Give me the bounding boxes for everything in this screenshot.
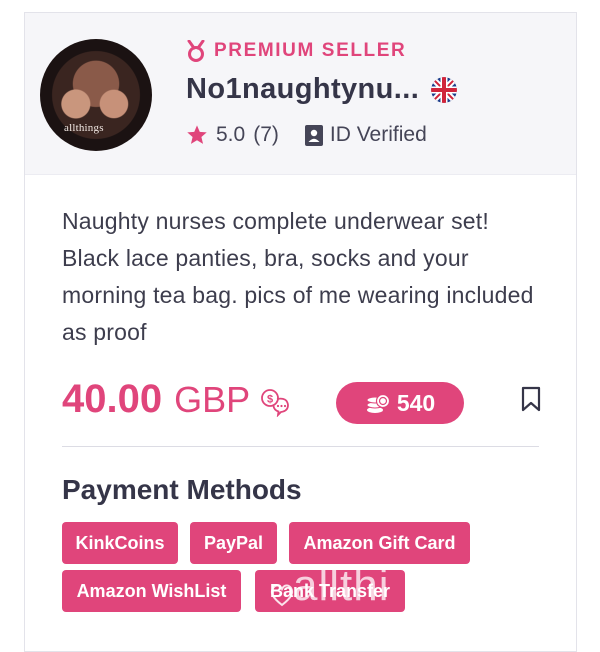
- divider: [62, 446, 539, 447]
- kinkcoins-price-pill[interactable]: 540: [336, 382, 464, 424]
- premium-seller-badge: PREMIUM SELLER: [186, 40, 406, 62]
- id-card-icon: [304, 124, 323, 146]
- uk-flag-icon: [431, 76, 458, 103]
- payment-method-kinkcoins: KinkCoins: [62, 522, 178, 564]
- payment-methods-title: Payment Methods: [62, 474, 302, 505]
- listing-description: Naughty nurses complete underwear set! B…: [62, 208, 534, 345]
- price-currency: GBP: [174, 379, 251, 420]
- payment-method-amazon-wishlist: Amazon WishList: [62, 570, 241, 612]
- price-amount: 40.00: [62, 377, 163, 421]
- seller-name[interactable]: No1naughtynu...: [186, 73, 419, 106]
- price-row: 40.00 GBP $: [62, 377, 292, 427]
- seller-avatar[interactable]: allthings: [40, 39, 152, 151]
- kinkcoins-amount: 540: [396, 389, 436, 416]
- listing-card: allthings PREMIUM SELLER No1naughtynu...: [24, 12, 577, 652]
- watermark-heart-icon: [270, 584, 294, 607]
- bookmark-icon[interactable]: [521, 386, 541, 412]
- review-count[interactable]: (7): [253, 123, 279, 147]
- currency-convert-icon[interactable]: $: [260, 387, 292, 417]
- rating-row: 5.0 (7) ID Verified: [186, 123, 427, 147]
- rating-value: 5.0: [216, 123, 246, 146]
- premium-seller-label: PREMIUM SELLER: [214, 40, 407, 61]
- avatar-watermark-text: allthings: [64, 122, 104, 134]
- seller-name-row: No1naughtynu...: [186, 73, 458, 106]
- payment-method-paypal: PayPal: [190, 522, 277, 564]
- coins-icon: [366, 393, 390, 413]
- seller-header: allthings PREMIUM SELLER No1naughtynu...: [25, 13, 576, 175]
- id-verified-label: ID Verified: [329, 123, 427, 146]
- svg-text:$: $: [267, 394, 273, 406]
- star-icon: [187, 125, 207, 144]
- payment-method-amazon-gift-card: Amazon Gift Card: [289, 522, 470, 564]
- medal-icon: [187, 40, 205, 62]
